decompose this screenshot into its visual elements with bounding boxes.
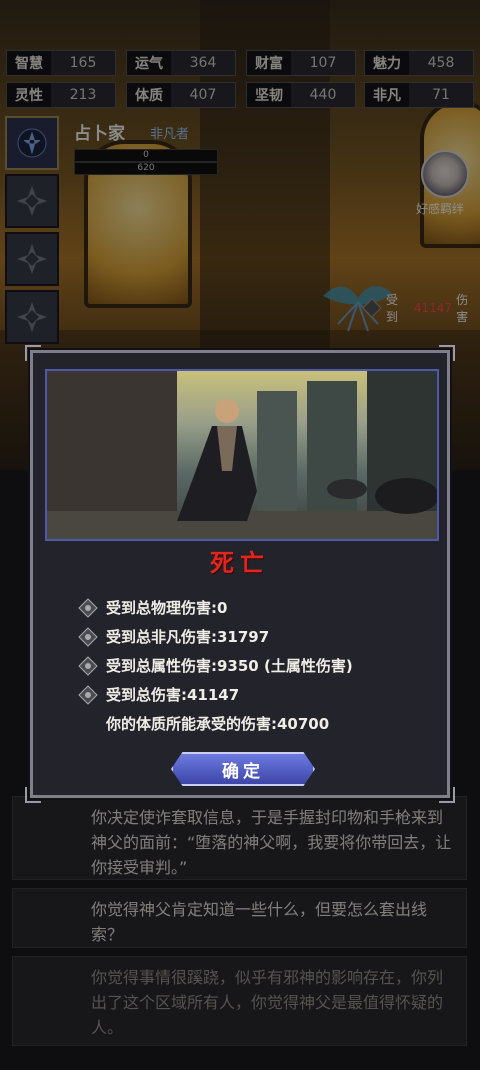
death-dialog: 死亡 受到总物理伤害:0 受到总非凡伤害:31797 受到总属性伤害:9350 … <box>25 345 455 803</box>
damage-line-text: 受到总属性伤害:9350 (土属性伤害) <box>106 657 353 675</box>
death-illustration <box>45 369 439 541</box>
damage-summary: 受到总物理伤害:0 受到总非凡伤害:31797 受到总属性伤害:9350 (土属… <box>78 593 428 738</box>
diamond-rune-icon <box>78 684 98 705</box>
diamond-rune-icon <box>78 655 98 676</box>
damage-line-text: 受到总伤害:41147 <box>106 686 240 704</box>
diamond-rune-icon <box>78 626 98 647</box>
damage-line-text: 受到总非凡伤害:31797 <box>106 628 270 646</box>
damage-line-text: 你的体质所能承受的伤害:40700 <box>106 715 330 733</box>
damage-line: 受到总非凡伤害:31797 <box>78 622 428 651</box>
damage-line: 你的体质所能承受的伤害:40700 <box>78 709 428 738</box>
damage-line: 受到总物理伤害:0 <box>78 593 428 622</box>
damage-line-text: 受到总物理伤害:0 <box>106 599 228 617</box>
diamond-rune-icon <box>78 597 98 618</box>
damage-line: 受到总伤害:41147 <box>78 680 428 709</box>
frame-corner <box>439 345 455 361</box>
frame-corner <box>25 345 41 361</box>
frame-corner <box>25 787 41 803</box>
death-title: 死亡 <box>210 548 270 577</box>
damage-line: 受到总属性伤害:9350 (土属性伤害) <box>78 651 428 680</box>
frame-corner <box>439 787 455 803</box>
kneeling-man-illustration <box>47 371 437 539</box>
confirm-button[interactable]: 确定 <box>171 752 315 786</box>
